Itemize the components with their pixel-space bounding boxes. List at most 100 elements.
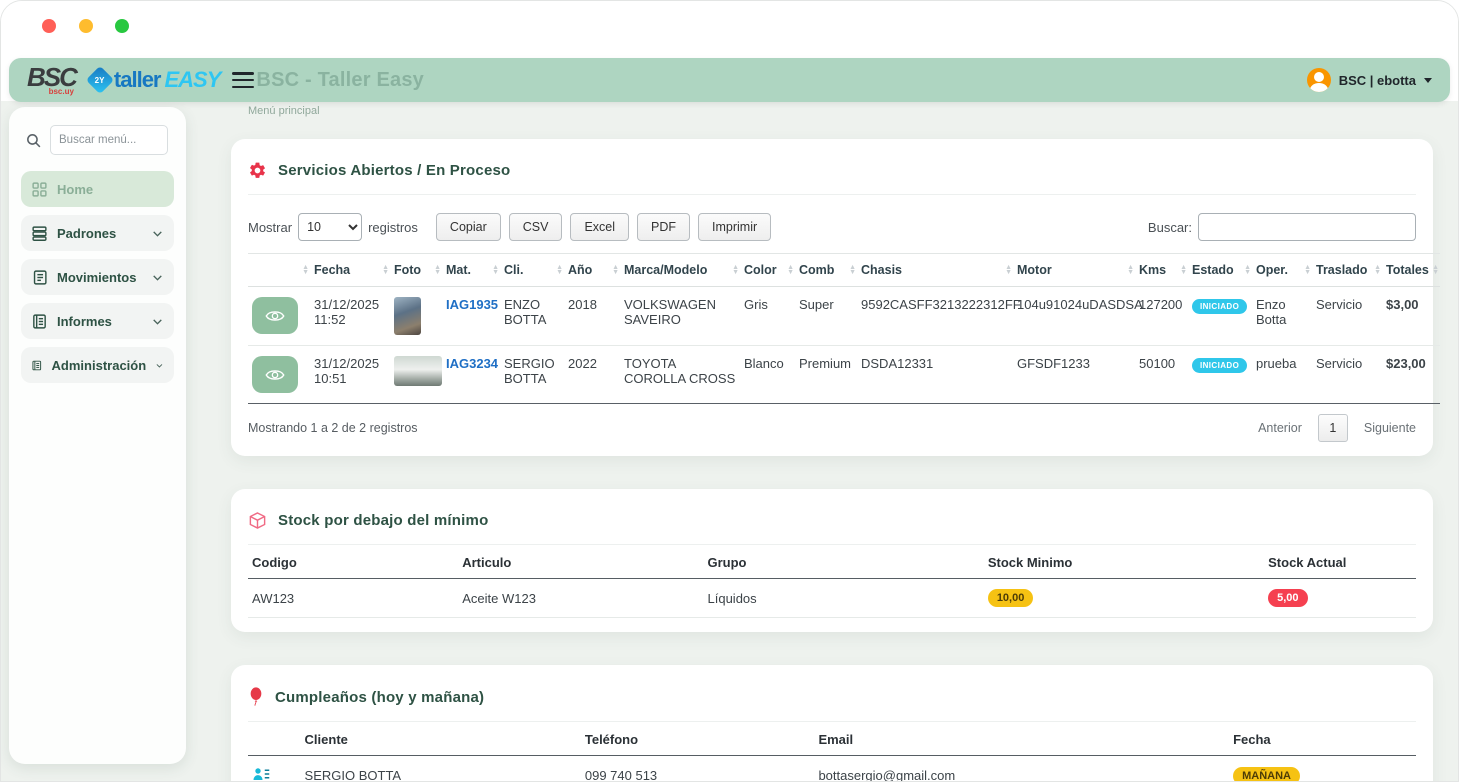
bsc-logo: BSC bsc.uy <box>27 64 76 96</box>
total-amount: $23,00 <box>1382 346 1440 404</box>
sort-icon: ▲▼ <box>492 265 499 275</box>
view-service-button[interactable] <box>252 297 298 334</box>
hamburger-menu-icon[interactable] <box>232 72 254 88</box>
sort-icon: ▲▼ <box>382 265 389 275</box>
engine-number: GFSDF1233 <box>1013 346 1135 404</box>
page-length-select[interactable]: 10 <box>298 213 362 241</box>
sidebar-item-informes[interactable]: Informes <box>21 303 174 339</box>
vehicle-year: 2018 <box>564 287 620 346</box>
column-header-estado[interactable]: Estado▲▼ <box>1188 254 1252 287</box>
table-search-label: Buscar: <box>1148 220 1192 235</box>
column-header-cli[interactable]: Cli.▲▼ <box>500 254 564 287</box>
table-search-input[interactable] <box>1198 213 1416 241</box>
sort-icon: ▲▼ <box>1374 265 1381 275</box>
sidebar-item-movimientos[interactable]: Movimientos <box>21 259 174 295</box>
sort-icon: ▲▼ <box>787 265 794 275</box>
eye-icon <box>265 306 285 326</box>
balloon-icon <box>248 687 264 707</box>
sort-icon: ▲▼ <box>1180 265 1187 275</box>
status-badge: INICIADO <box>1192 358 1247 373</box>
taller-easy-diamond-icon: 2Y <box>86 66 114 94</box>
stock-actual-badge: 5,00 <box>1268 589 1307 607</box>
services-table: ▲▼ Fecha▲▼ Foto▲▼ Mat.▲▼ Cli.▲▼ Año▲▼ Ma… <box>248 253 1440 404</box>
next-page-button[interactable]: Siguiente <box>1364 421 1416 435</box>
print-button[interactable]: Imprimir <box>698 213 771 241</box>
column-header-cliente: Cliente <box>301 722 581 756</box>
chassis-number: 9592CASFF3213222312FF <box>857 287 1013 346</box>
service-row: 31/12/202511:52 IAG1935 ENZO BOTTA 2018 … <box>248 287 1440 346</box>
csv-button[interactable]: CSV <box>509 213 563 241</box>
chevron-down-icon <box>151 315 164 328</box>
services-panel-title: Servicios Abiertos / En Proceso <box>278 162 510 179</box>
column-header-totales[interactable]: Totales▲▼ <box>1382 254 1440 287</box>
titlebar <box>1 1 1458 58</box>
sort-icon: ▲▼ <box>1127 265 1134 275</box>
column-header-motor[interactable]: Motor▲▼ <box>1013 254 1135 287</box>
view-service-button[interactable] <box>252 356 298 393</box>
excel-button[interactable]: Excel <box>570 213 629 241</box>
column-header-fecha[interactable]: Fecha▲▼ <box>310 254 390 287</box>
fuel-type: Premium <box>795 346 857 404</box>
sort-icon: ▲▼ <box>612 265 619 275</box>
column-header-ano[interactable]: Año▲▼ <box>564 254 620 287</box>
user-menu[interactable]: BSC | ebotta <box>1307 68 1432 92</box>
sort-icon: ▲▼ <box>849 265 856 275</box>
vehicle-photo[interactable] <box>394 356 442 386</box>
operator-name: prueba <box>1252 346 1312 404</box>
stack-icon <box>31 225 48 242</box>
birthday-client: SERGIO BOTTA <box>301 756 581 782</box>
column-header-icon <box>248 722 301 756</box>
birthday-row: SERGIO BOTTA 099 740 513 bottasergio@gma… <box>248 756 1416 782</box>
close-window-button[interactable] <box>42 19 56 33</box>
app-window: BSC bsc.uy 2Y taller EASY BSC - Taller E… <box>0 0 1459 782</box>
copy-button[interactable]: Copiar <box>436 213 501 241</box>
column-header-mat[interactable]: Mat.▲▼ <box>442 254 500 287</box>
kms-value: 127200 <box>1135 287 1188 346</box>
sidebar-item-home[interactable]: Home <box>21 171 174 207</box>
records-label: registros <box>368 220 418 235</box>
page-number-button[interactable]: 1 <box>1318 414 1348 442</box>
column-header-color[interactable]: Color▲▼ <box>740 254 795 287</box>
stock-row: AW123 Aceite W123 Líquidos 10,00 5,00 <box>248 579 1416 618</box>
plate-link[interactable]: IAG3234 <box>446 356 498 371</box>
plate-link[interactable]: IAG1935 <box>446 297 498 312</box>
stock-panel: Stock por debajo del mínimo Codigo Artic… <box>231 489 1433 632</box>
sort-icon: ▲▼ <box>434 265 441 275</box>
home-grid-icon <box>31 181 48 198</box>
column-header-foto[interactable]: Foto▲▼ <box>390 254 442 287</box>
sidebar-item-padrones[interactable]: Padrones <box>21 215 174 251</box>
column-header-marca[interactable]: Marca/Modelo▲▼ <box>620 254 740 287</box>
sort-icon: ▲▼ <box>1244 265 1251 275</box>
maximize-window-button[interactable] <box>115 19 129 33</box>
column-header-codigo: Codigo <box>248 545 458 579</box>
client-card-icon <box>252 766 270 782</box>
minimize-window-button[interactable] <box>79 19 93 33</box>
status-badge: INICIADO <box>1192 299 1247 314</box>
column-header-comb[interactable]: Comb▲▼ <box>795 254 857 287</box>
stock-panel-title: Stock por debajo del mínimo <box>278 512 488 529</box>
user-label: BSC | ebotta <box>1339 73 1416 88</box>
column-header-actions[interactable]: ▲▼ <box>248 254 310 287</box>
bsc-logo-subtext: bsc.uy <box>49 88 74 96</box>
column-header-oper[interactable]: Oper.▲▼ <box>1252 254 1312 287</box>
services-panel: Servicios Abiertos / En Proceso Mostrar … <box>231 139 1433 456</box>
chevron-down-icon <box>151 271 164 284</box>
column-header-chasis[interactable]: Chasis▲▼ <box>857 254 1013 287</box>
column-header-email: Email <box>814 722 1229 756</box>
sort-icon: ▲▼ <box>732 265 739 275</box>
page-title: BSC - Taller Easy <box>256 69 424 92</box>
sidebar-item-administracion[interactable]: Administración <box>21 347 174 383</box>
column-header-traslado[interactable]: Traslado▲▼ <box>1312 254 1382 287</box>
column-header-kms[interactable]: Kms▲▼ <box>1135 254 1188 287</box>
kms-value: 50100 <box>1135 346 1188 404</box>
pdf-button[interactable]: PDF <box>637 213 690 241</box>
vehicle-photo[interactable] <box>394 297 421 335</box>
sidebar-item-label: Administración <box>52 358 147 373</box>
stock-group: Líquidos <box>704 579 984 618</box>
sidebar-item-label: Movimientos <box>57 270 136 285</box>
service-date: 31/12/2025 <box>314 356 386 371</box>
show-label: Mostrar <box>248 220 292 235</box>
menu-search-input[interactable] <box>50 125 168 155</box>
prev-page-button[interactable]: Anterior <box>1258 421 1302 435</box>
sort-icon: ▲▼ <box>556 265 563 275</box>
